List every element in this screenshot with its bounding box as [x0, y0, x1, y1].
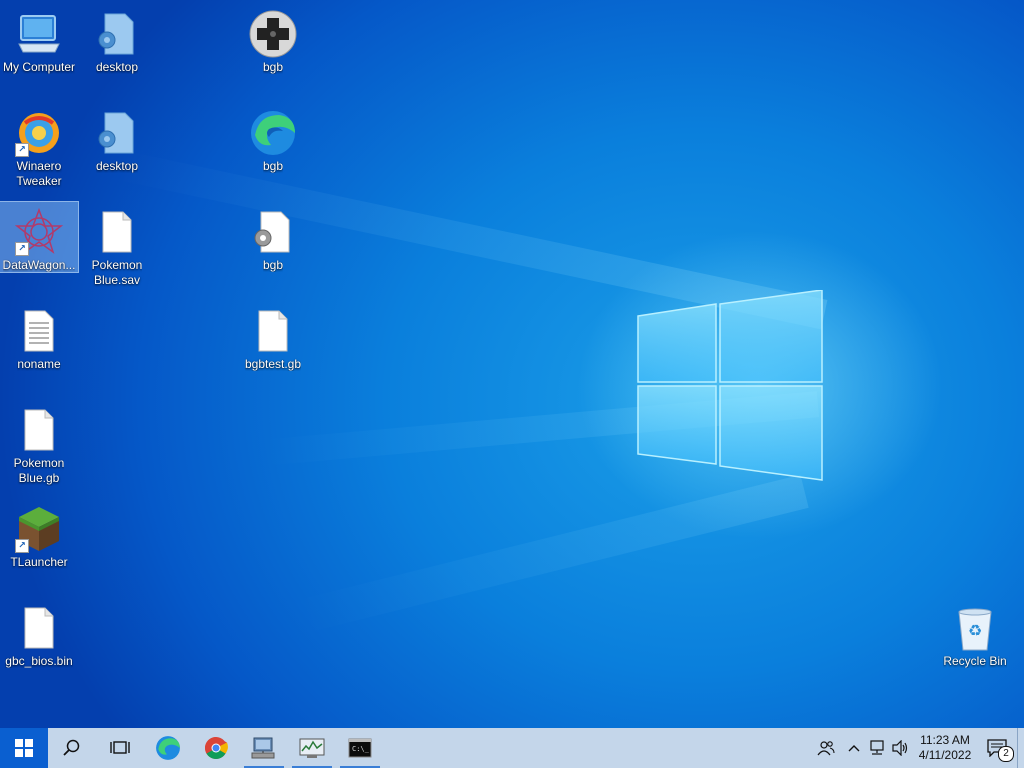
notification-count-badge: 2 — [998, 746, 1014, 762]
shortcut-arrow-icon: ↗ — [15, 539, 29, 553]
show-hidden-icons-button[interactable] — [843, 728, 865, 768]
blank-file-icon — [249, 307, 297, 355]
system-tray: 11:23 AM 4/11/2022 2 — [809, 728, 1024, 768]
desktop-icon-desktop-1[interactable]: desktop — [78, 4, 156, 74]
desktop-icon-recycle-bin[interactable]: ♻ Recycle Bin — [936, 598, 1014, 668]
gamepad-icon — [249, 10, 297, 58]
recycle-bin-icon: ♻ — [951, 604, 999, 652]
desktop-icon-label: My Computer — [2, 60, 76, 74]
desktop-icon-label: Pokemon Blue.gb — [13, 456, 65, 485]
volume-button[interactable] — [889, 728, 913, 768]
desktop-icon-label: desktop — [95, 60, 139, 74]
desktop-icon-label: bgb — [262, 258, 284, 272]
datawagon-icon: ↗ — [14, 207, 64, 256]
task-view-button[interactable] — [96, 728, 144, 768]
desktop-icon-tlauncher[interactable]: ↗ TLauncher — [0, 499, 78, 569]
computer-icon — [15, 10, 63, 58]
desktop-icon-label: gbc_bios.bin — [5, 654, 73, 668]
taskbar-app-network[interactable] — [240, 728, 288, 768]
desktop-icon-bgb-settings[interactable]: bgb — [234, 202, 312, 272]
desktop-background[interactable]: My Computer desktop bgb ↗ Winaero Tweake… — [0, 0, 1024, 728]
chrome-icon — [205, 737, 228, 759]
minecraft-block-icon: ↗ — [15, 505, 63, 553]
desktop-icon-my-computer[interactable]: My Computer — [0, 4, 78, 74]
taskbar-app-edge[interactable] — [144, 728, 192, 768]
settings-file-icon — [249, 208, 297, 256]
edge-icon — [156, 736, 180, 760]
desktop-icon-bgbtest-gb[interactable]: bgbtest.gb — [234, 301, 312, 371]
desktop-icon-desktop-2[interactable]: desktop — [78, 103, 156, 173]
desktop-icon-pokemon-blue-sav[interactable]: Pokemon Blue.sav — [78, 202, 156, 288]
search-icon — [63, 739, 80, 756]
windows-logo — [637, 290, 823, 481]
desktop-icon-bgb-edge[interactable]: bgb — [234, 103, 312, 173]
windows-start-icon — [15, 739, 33, 757]
desktop-icon-pokemon-blue-gb[interactable]: Pokemon Blue.gb — [0, 400, 78, 486]
edge-icon — [249, 109, 297, 157]
desktop-icon-noname[interactable]: noname — [0, 301, 78, 371]
settings-file-icon — [93, 109, 141, 157]
light-beam — [295, 474, 809, 634]
people-icon — [817, 741, 835, 756]
task-view-icon — [110, 741, 130, 754]
desktop-icon-label: bgbtest.gb — [244, 357, 302, 371]
command-prompt-icon: C:\_ — [348, 738, 372, 758]
network-computer-icon — [251, 737, 275, 759]
taskbar-app-monitor[interactable] — [288, 728, 336, 768]
desktop-icon-bgb-gamepad[interactable]: bgb — [234, 4, 312, 74]
desktop-icon-label: bgb — [262, 60, 284, 74]
clock[interactable]: 11:23 AM 4/11/2022 — [913, 728, 977, 768]
start-button[interactable] — [0, 728, 48, 768]
desktop-icon-winaero-tweaker[interactable]: ↗ Winaero Tweaker — [0, 103, 78, 189]
performance-monitor-icon — [299, 738, 325, 758]
desktop-icon-label: noname — [17, 357, 61, 371]
taskbar-app-chrome[interactable] — [192, 728, 240, 768]
action-center-button[interactable]: 2 — [977, 728, 1017, 768]
desktop-icon-label: Recycle Bin — [943, 654, 1007, 668]
search-button[interactable] — [48, 728, 96, 768]
chevron-up-icon — [848, 745, 860, 752]
taskbar: C:\_ 11:23 AM 4/11/2022 2 — [0, 728, 1024, 768]
desktop-icon-label: Winaero Tweaker — [16, 159, 62, 188]
shortcut-arrow-icon: ↗ — [15, 242, 29, 256]
desktop-icon-label: desktop — [95, 159, 139, 173]
svg-text:C:\_: C:\_ — [352, 745, 370, 753]
blank-file-icon — [93, 208, 141, 256]
blank-file-icon — [15, 604, 63, 652]
desktop-icon-label: TLauncher — [10, 555, 68, 569]
clock-time: 11:23 AM — [920, 733, 970, 747]
desktop-icon-datawagon[interactable]: ↗ DataWagon... — [0, 201, 79, 273]
people-button[interactable] — [809, 728, 843, 768]
network-status-button[interactable] — [865, 728, 889, 768]
desktop-icon-label: Pokemon Blue.sav — [91, 258, 143, 287]
winaero-tweaker-icon: ↗ — [15, 109, 63, 157]
text-file-icon — [15, 307, 63, 355]
desktop-icon-label: DataWagon... — [2, 258, 76, 272]
settings-file-icon — [93, 10, 141, 58]
clock-date: 4/11/2022 — [918, 748, 972, 762]
taskbar-app-cmd[interactable]: C:\_ — [336, 728, 384, 768]
blank-file-icon — [15, 406, 63, 454]
desktop-icon-label: bgb — [262, 159, 284, 173]
svg-text:♻: ♻ — [968, 621, 982, 640]
shortcut-arrow-icon: ↗ — [15, 143, 29, 157]
show-desktop-button[interactable] — [1017, 728, 1024, 768]
speaker-icon — [892, 740, 908, 756]
network-icon — [870, 740, 884, 755]
desktop-icon-gbc-bios-bin[interactable]: gbc_bios.bin — [0, 598, 78, 668]
